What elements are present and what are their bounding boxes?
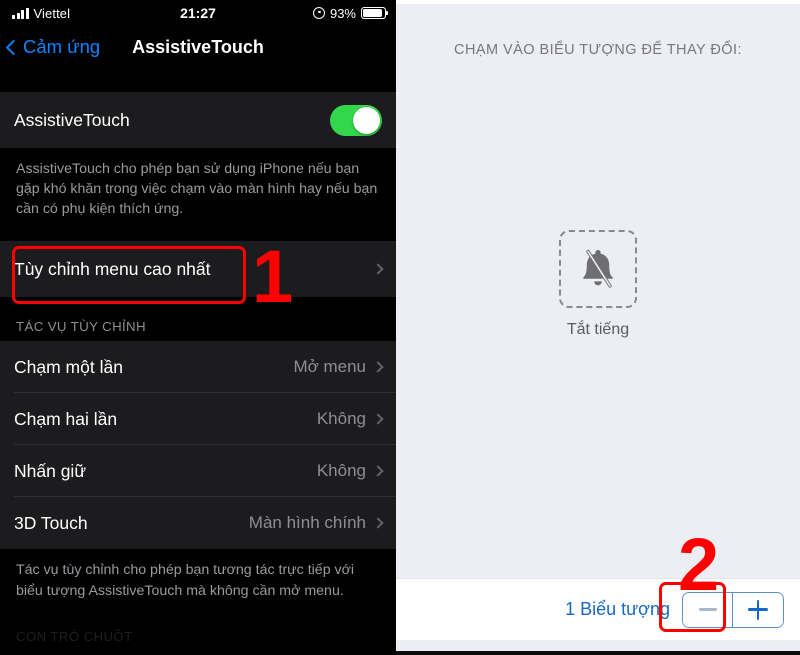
cut-off-section-header: CON TRỎ CHUỘT (0, 614, 396, 651)
status-bar-right: 93% (312, 5, 389, 21)
chevron-right-icon (372, 465, 384, 478)
increase-icon-count-button[interactable] (733, 592, 783, 627)
icon-count-toolbar: 1 Biểu tượng (396, 578, 800, 640)
icon-count-label: 1 Biểu tượng (565, 599, 670, 619)
double-tap-row[interactable]: Chạm hai lần Không (0, 393, 396, 446)
back-button-label: Cảm ứng (23, 36, 101, 57)
status-bar-left: Viettel (12, 6, 70, 21)
single-tap-row[interactable]: Chạm một lần Mở menu (0, 341, 396, 394)
menu-icon-label: Tắt tiếng (566, 321, 630, 338)
chevron-left-icon (5, 39, 22, 55)
right-phone-panel: CHẠM VÀO BIỂU TƯỢNG ĐỂ THAY ĐỔI: Tắt tiế… (396, 0, 800, 655)
3d-touch-row[interactable]: 3D Touch Màn hình chính (0, 497, 396, 550)
icon-stage: Tắt tiếng (396, 230, 800, 339)
3d-touch-value: Màn hình chính (248, 513, 366, 533)
menu-icon-slot[interactable] (559, 230, 637, 308)
assistivetouch-toggle-row[interactable]: AssistiveTouch (0, 92, 396, 148)
alarm-clock-icon (312, 7, 325, 19)
battery-percent: 93% (329, 5, 356, 21)
double-tap-value: Không (316, 409, 366, 429)
chevron-right-icon (372, 413, 384, 426)
plus-icon (748, 599, 768, 620)
chevron-right-icon (372, 263, 384, 276)
assistivetouch-description: AssistiveTouch cho phép bạn sử dụng iPho… (0, 148, 396, 234)
carrier-name: Viettel (33, 5, 71, 21)
long-press-label: Nhấn giữ (14, 460, 87, 481)
spacer-above-customize (0, 233, 396, 242)
long-press-row[interactable]: Nhấn giữ Không (0, 445, 396, 498)
status-bar: Viettel 21:27 93% (0, 0, 396, 26)
bottom-black-edge (396, 651, 800, 655)
3d-touch-label: 3D Touch (14, 512, 88, 533)
assistivetouch-toggle-switch[interactable] (330, 104, 382, 136)
icon-count-stepper[interactable] (682, 591, 784, 628)
customize-top-menu-label: Tùy chỉnh menu cao nhất (14, 258, 211, 279)
spacer-above-toggle (0, 68, 396, 92)
tap-icon-instruction: CHẠM VÀO BIỂU TƯỢNG ĐỂ THAY ĐỔI: (454, 42, 742, 58)
customize-top-menu-row[interactable]: Tùy chỉnh menu cao nhất (0, 241, 396, 298)
custom-actions-section-header: TÁC VỤ TÙY CHỈNH (0, 297, 396, 342)
chevron-right-icon (372, 361, 384, 374)
decrease-icon-count-button[interactable] (683, 592, 733, 627)
double-tap-label: Chạm hai lần (14, 408, 118, 429)
long-press-value: Không (316, 461, 366, 481)
single-tap-label: Chạm một lần (14, 356, 123, 377)
back-button[interactable]: Cảm ứng (0, 36, 100, 58)
battery-icon (361, 6, 389, 20)
signal-bars-icon (12, 7, 29, 19)
screenshot-root: Viettel 21:27 93% Cảm ứng AssistiveTouch… (0, 0, 800, 655)
chevron-right-icon (372, 517, 384, 530)
navigation-bar: Cảm ứng AssistiveTouch (0, 26, 396, 68)
custom-actions-description: Tác vụ tùy chỉnh cho phép bạn tương tác … (0, 549, 396, 615)
bell-slash-icon (583, 249, 613, 288)
minus-icon (698, 608, 717, 611)
left-phone-panel: Viettel 21:27 93% Cảm ứng AssistiveTouch… (0, 0, 396, 655)
single-tap-value: Mở menu (293, 357, 366, 377)
assistivetouch-toggle-label: AssistiveTouch (14, 109, 130, 130)
